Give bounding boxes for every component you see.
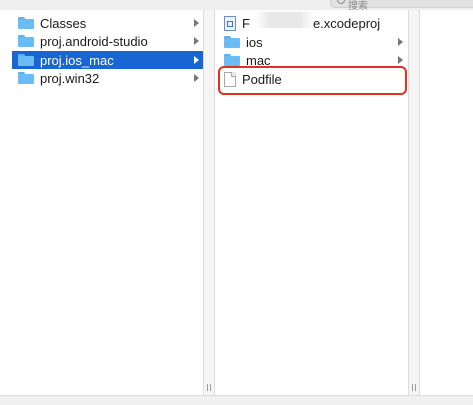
chevron-right-icon	[194, 19, 199, 27]
item-label: Classes	[40, 15, 87, 31]
chevron-right-icon	[194, 56, 199, 64]
list-item-classes[interactable]: Classes	[18, 14, 202, 32]
browser-column-3	[420, 10, 473, 395]
folder-icon	[18, 54, 34, 66]
folder-icon	[18, 35, 34, 47]
item-label: ios	[246, 34, 263, 50]
xcodeproj-file-icon	[224, 15, 236, 31]
list-item-ios[interactable]: ios	[224, 33, 406, 51]
item-label: F	[242, 15, 250, 31]
list-item-xcodeproj[interactable]: F e.xcodeproj	[224, 14, 406, 32]
resize-grip-icon	[412, 384, 416, 391]
folder-icon	[224, 54, 240, 66]
list-item-proj-android-studio[interactable]: proj.android-studio	[18, 32, 202, 50]
list-item-proj-ios-mac[interactable]: proj.ios_mac	[12, 51, 203, 69]
resize-grip-icon	[207, 384, 211, 391]
chevron-right-icon	[398, 38, 403, 46]
folder-icon	[18, 72, 34, 84]
annotation-highlight-box	[218, 66, 407, 95]
item-label: proj.ios_mac	[40, 52, 114, 68]
column-resize-handle[interactable]	[408, 10, 420, 395]
chevron-right-icon	[194, 37, 199, 45]
item-label-tail: e.xcodeproj	[312, 15, 381, 31]
horizontal-scrollbar[interactable]	[0, 395, 473, 405]
chevron-right-icon	[194, 74, 199, 82]
chevron-right-icon	[398, 56, 403, 64]
redaction-blur	[255, 12, 315, 28]
folder-icon	[224, 36, 240, 48]
item-label: proj.android-studio	[40, 33, 148, 49]
column-resize-handle[interactable]	[203, 10, 215, 395]
folder-icon	[18, 17, 34, 29]
item-label: proj.win32	[40, 70, 100, 86]
list-item-proj-win32[interactable]: proj.win32	[18, 69, 202, 87]
